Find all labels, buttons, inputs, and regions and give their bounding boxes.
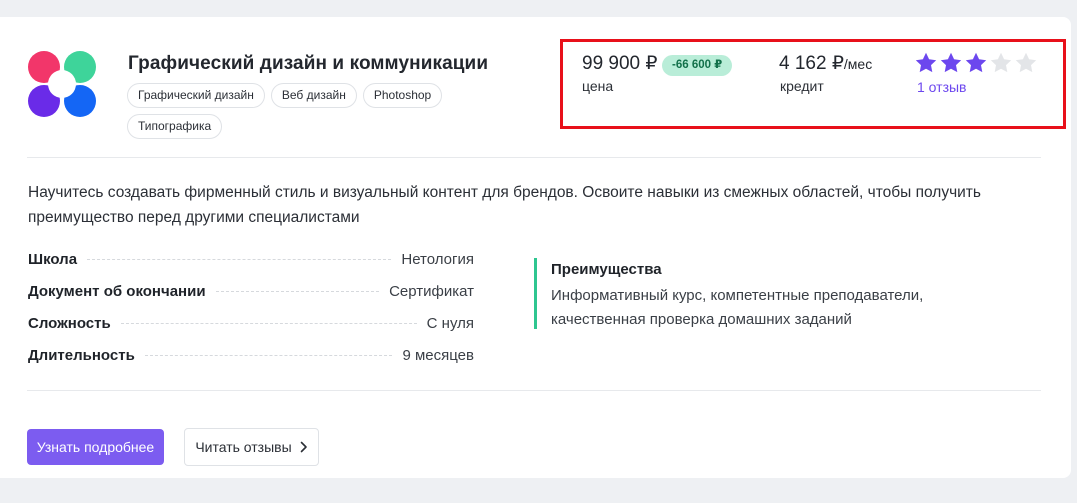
star-icon — [940, 52, 962, 73]
fact-leader — [87, 259, 392, 260]
school-logo — [28, 51, 96, 117]
advantages-block: Преимущества Информативный курс, компете… — [534, 258, 971, 329]
fact-row-school: Школа Нетология — [28, 247, 474, 279]
course-title[interactable]: Графический дизайн и коммуникации — [128, 53, 488, 75]
fact-leader — [144, 355, 393, 356]
read-reviews-label: Читать отзывы — [195, 439, 292, 455]
credit-amount: 4 162 ₽ — [779, 53, 844, 74]
discount-badge: -66 600 ₽ — [662, 55, 733, 76]
course-description: Научитесь создавать фирменный стиль и ви… — [28, 184, 981, 226]
fact-key: Сложность — [28, 315, 111, 332]
fact-leader — [120, 323, 417, 324]
learn-more-button[interactable]: Узнать подробнее — [27, 429, 164, 465]
price-value: 99 900 ₽ — [582, 53, 658, 74]
tag-graphic-design[interactable]: Графический дизайн — [127, 83, 265, 108]
fact-value: 9 месяцев — [402, 347, 474, 364]
course-card: Графический дизайн и коммуникации Графич… — [0, 17, 1071, 478]
fact-row-difficulty: Сложность С нуля — [28, 311, 474, 343]
header-divider — [27, 157, 1041, 158]
reviews-count-link[interactable]: 1 отзыв — [917, 79, 967, 95]
fact-row-document: Документ об окончании Сертификат — [28, 279, 474, 311]
fact-key: Документ об окончании — [28, 283, 206, 300]
tag-typography[interactable]: Типографика — [127, 114, 223, 139]
tag-photoshop[interactable]: Photoshop — [362, 83, 443, 108]
credit-value: 4 162 ₽/мес — [779, 52, 872, 75]
advantages-text: Информативный курс, компетентные препода… — [551, 287, 924, 328]
star-icon — [1015, 52, 1037, 73]
star-icon — [990, 52, 1012, 73]
fact-key: Школа — [28, 251, 78, 268]
read-reviews-button[interactable]: Читать отзывы — [184, 428, 319, 466]
credit-unit: /мес — [843, 56, 873, 72]
fact-key: Длительность — [28, 347, 135, 364]
tag-list: Графический дизайн Веб дизайн Photoshop … — [127, 83, 467, 139]
logo-center — [48, 70, 76, 98]
fact-row-duration: Длительность 9 месяцев — [28, 343, 474, 375]
fact-leader — [215, 291, 380, 292]
tag-web-design[interactable]: Веб дизайн — [270, 83, 357, 108]
footer-divider — [27, 390, 1041, 391]
credit-label: кредит — [780, 78, 824, 94]
facts-list: Школа Нетология Документ об окончании Се… — [28, 247, 474, 375]
rating-stars — [914, 51, 1038, 75]
advantages-title: Преимущества — [551, 261, 662, 278]
fact-value: Сертификат — [389, 283, 474, 300]
fact-value: С нуля — [426, 315, 474, 332]
price-label: цена — [582, 78, 614, 94]
fact-value: Нетология — [401, 251, 474, 268]
chevron-right-icon — [300, 441, 307, 453]
star-icon — [965, 52, 987, 73]
star-icon — [915, 52, 937, 73]
